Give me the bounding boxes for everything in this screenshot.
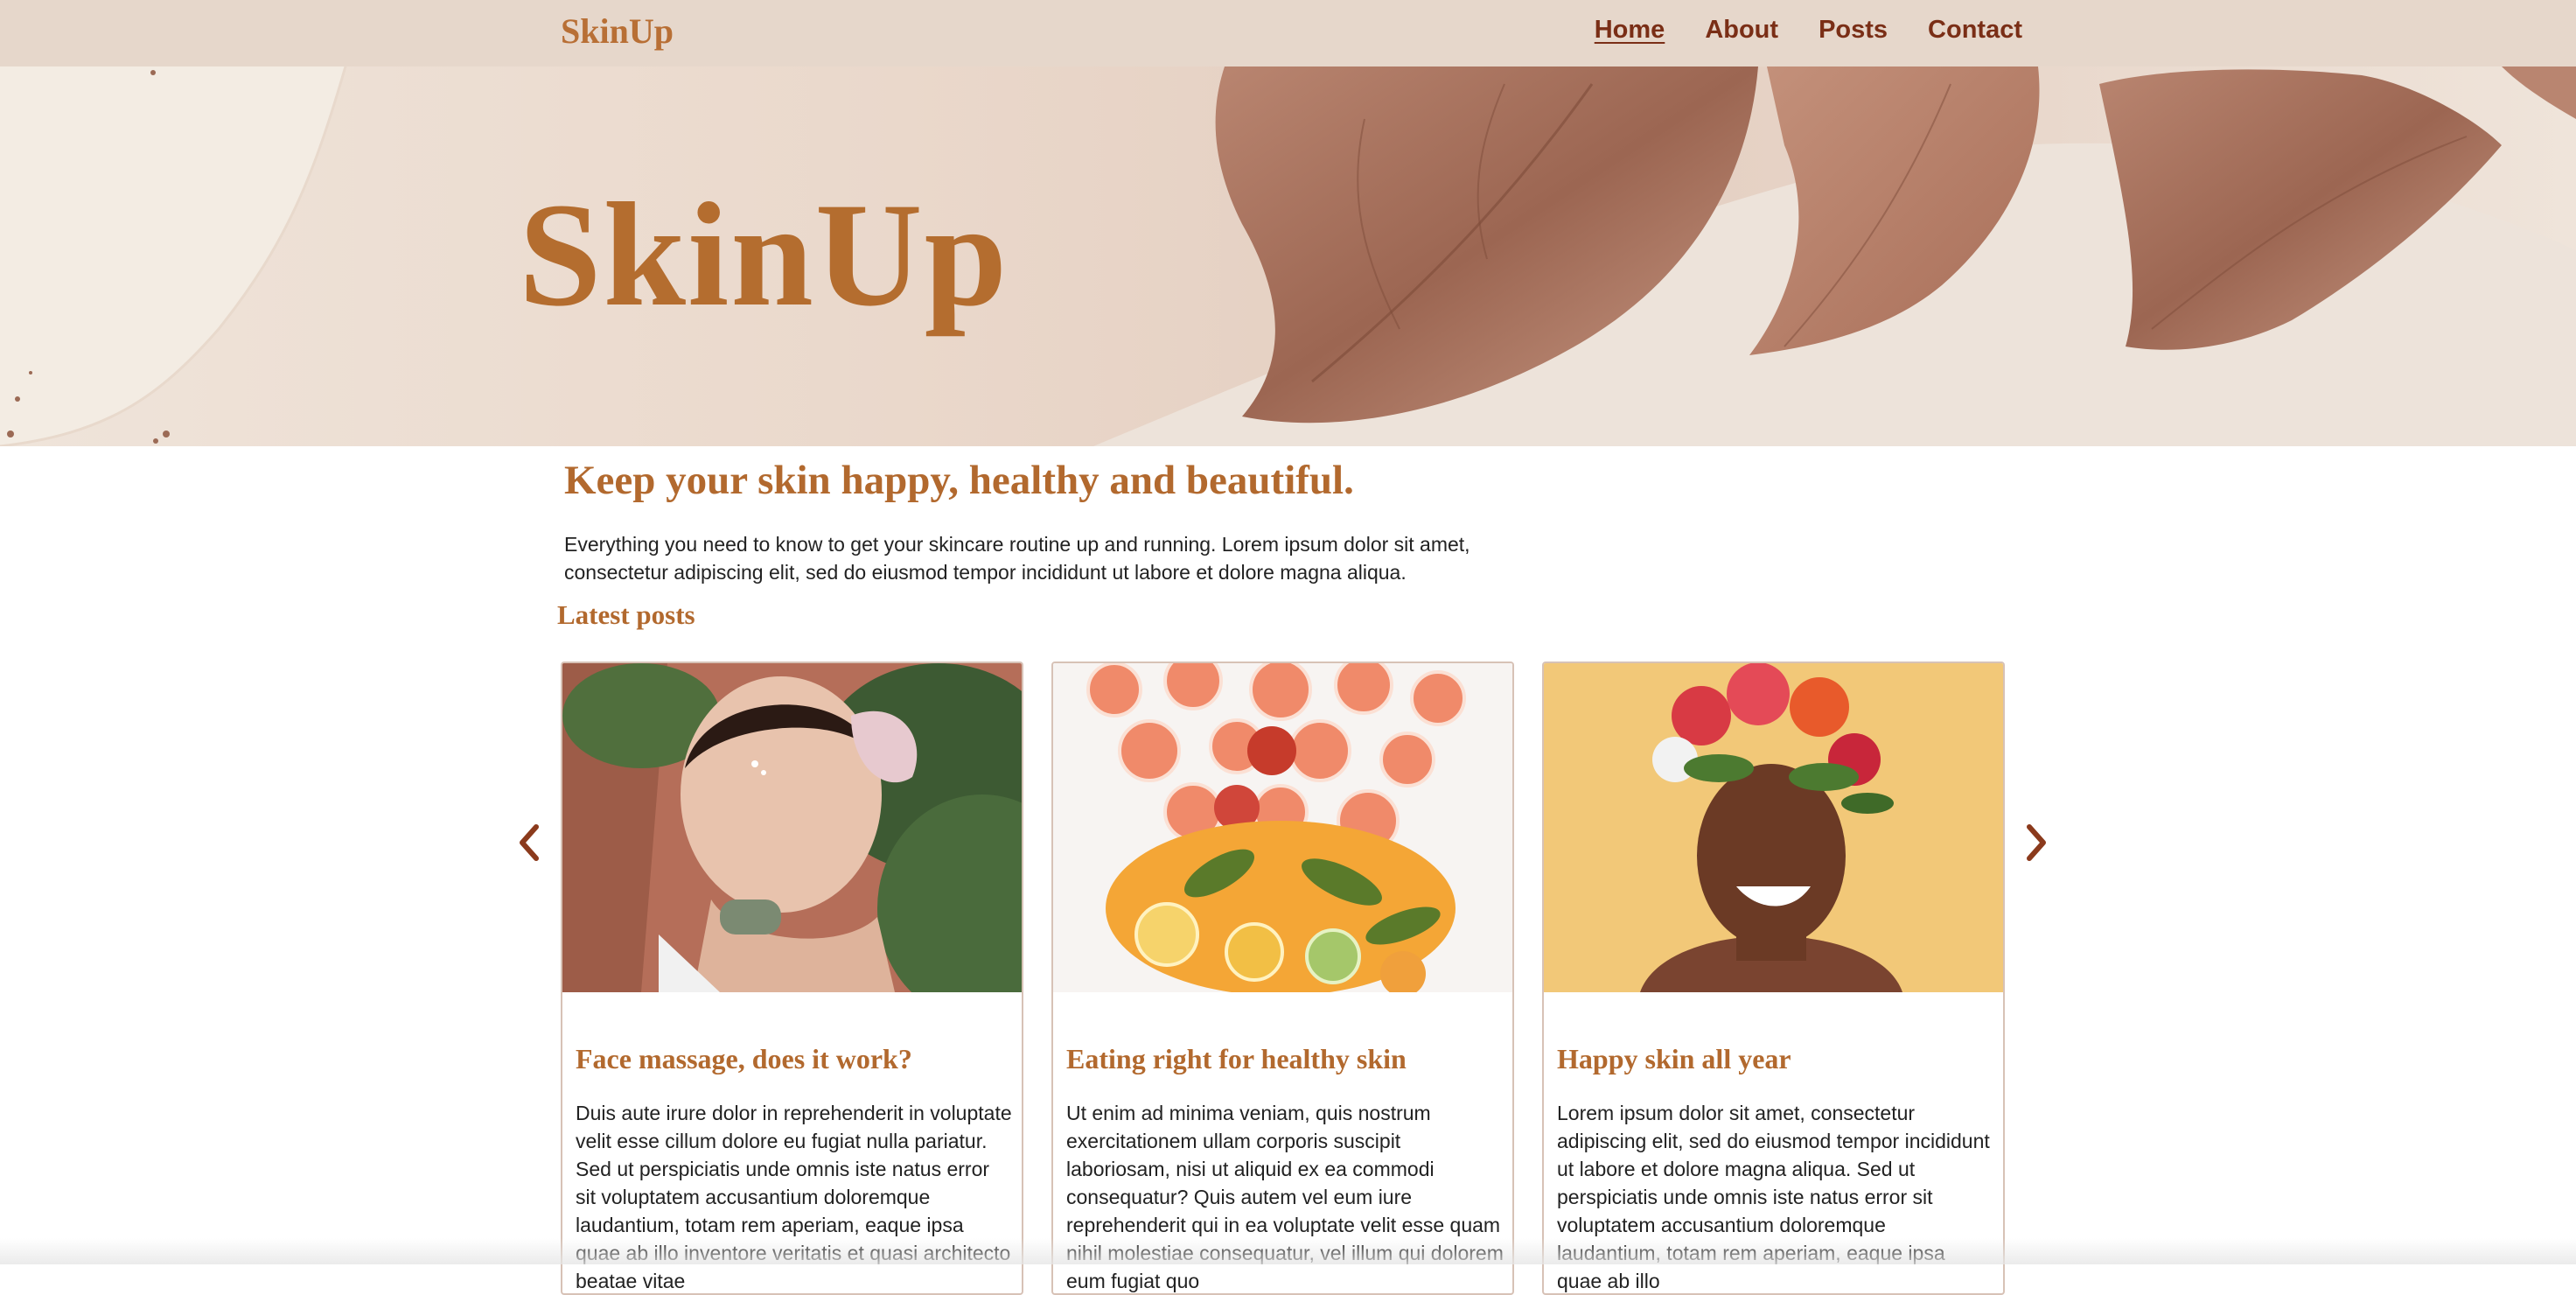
- post-excerpt: Lorem ipsum dolor sit amet, consectetur …: [1557, 1102, 1990, 1292]
- post-title[interactable]: Happy skin all year: [1557, 1043, 1791, 1075]
- post-image-citrus: [1053, 663, 1512, 992]
- hero-title: SkinUp: [519, 172, 1009, 337]
- intro-text: Everything you need to know to get your …: [564, 533, 1470, 584]
- hero-leaf-decoration: [0, 66, 2576, 446]
- nav-link-contact[interactable]: Contact: [1928, 16, 2022, 45]
- top-navbar: SkinUp Home About Posts Contact: [0, 0, 2576, 66]
- post-card[interactable]: Happy skin all year Lorem ipsum dolor si…: [1542, 662, 2005, 1295]
- post-image-face-massage: [562, 663, 1022, 992]
- post-image-happy-woman: [1544, 663, 2003, 992]
- post-title[interactable]: Face massage, does it work?: [576, 1043, 912, 1075]
- tagline-heading: Keep your skin happy, healthy and beauti…: [564, 458, 1354, 503]
- scroll-shadow: [0, 1238, 2576, 1264]
- hero-banner: SkinUp: [0, 66, 2576, 446]
- post-excerpt: Ut enim ad minima veniam, quis nostrum e…: [1066, 1102, 1504, 1292]
- nav-links: Home About Posts Contact: [1595, 16, 2022, 45]
- post-card[interactable]: Eating right for healthy skin Ut enim ad…: [1051, 662, 1514, 1295]
- post-excerpt: Duis aute irure dolor in reprehenderit i…: [576, 1102, 1012, 1292]
- site-logo[interactable]: SkinUp: [561, 10, 674, 52]
- chevron-right-icon[interactable]: [2019, 820, 2054, 865]
- post-title[interactable]: Eating right for healthy skin: [1066, 1043, 1407, 1075]
- nav-link-about[interactable]: About: [1705, 16, 1778, 45]
- nav-link-posts[interactable]: Posts: [1819, 16, 1888, 45]
- latest-posts-heading: Latest posts: [557, 599, 695, 630]
- nav-link-home[interactable]: Home: [1595, 16, 1665, 45]
- post-card[interactable]: Face massage, does it work? Duis aute ir…: [561, 662, 1023, 1295]
- chevron-left-icon[interactable]: [512, 820, 547, 865]
